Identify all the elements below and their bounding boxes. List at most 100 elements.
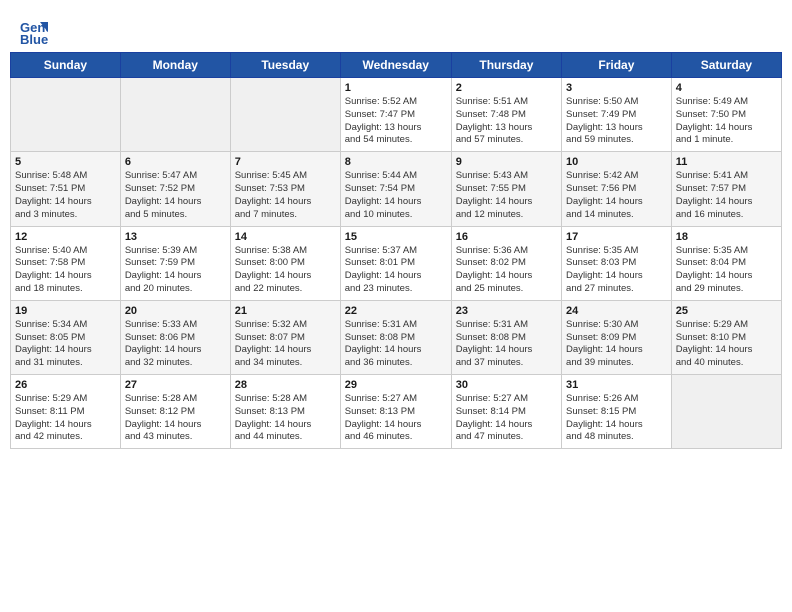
weekday-header-thursday: Thursday [451, 53, 561, 78]
calendar-cell: 31 Sunrise: 5:26 AM Sunset: 8:15 PM Dayli… [562, 375, 672, 449]
weekday-header-sunday: Sunday [11, 53, 121, 78]
day-info: Sunrise: 5:40 AM Sunset: 7:58 PM Dayligh… [15, 245, 116, 296]
day-number: 26 [15, 379, 116, 391]
day-number: 20 [125, 305, 226, 317]
day-number: 12 [15, 231, 116, 243]
day-number: 6 [125, 156, 226, 168]
calendar-cell: 19Sunrise: 5:34 AM Sunset: 8:05 PM Dayli… [11, 300, 121, 374]
day-number: 31 [566, 379, 667, 391]
calendar-week-3: 12 Sunrise: 5:40 AM Sunset: 7:58 PM Dayli… [11, 226, 782, 300]
day-info: Sunrise: 5:37 AM Sunset: 8:01 PM Dayligh… [345, 245, 447, 296]
day-info: Sunrise: 5:38 AM Sunset: 8:00 PM Dayligh… [235, 245, 336, 296]
day-number: 22 [345, 305, 447, 317]
day-info: Sunrise: 5:41 AM Sunset: 7:57 PM Dayligh… [676, 170, 777, 221]
page-header: General Blue [10, 10, 782, 52]
day-number: 3 [566, 82, 667, 94]
calendar-cell: 14Sunrise: 5:38 AM Sunset: 8:00 PM Dayli… [230, 226, 340, 300]
day-info: Sunrise: 5:31 AM Sunset: 8:08 PM Dayligh… [345, 319, 447, 370]
calendar-cell: 6 Sunrise: 5:47 AM Sunset: 7:52 PM Daylig… [120, 152, 230, 226]
day-info: Sunrise: 5:48 AM Sunset: 7:51 PM Dayligh… [15, 170, 116, 221]
calendar-cell: 16 Sunrise: 5:36 AM Sunset: 8:02 PM Dayli… [451, 226, 561, 300]
day-info: Sunrise: 5:35 AM Sunset: 8:03 PM Dayligh… [566, 245, 667, 296]
day-number: 7 [235, 156, 336, 168]
calendar-cell: 29 Sunrise: 5:27 AM Sunset: 8:13 PM Dayli… [340, 375, 451, 449]
calendar-cell: 8Sunrise: 5:44 AM Sunset: 7:54 PM Daylig… [340, 152, 451, 226]
weekday-header-friday: Friday [562, 53, 672, 78]
day-info: Sunrise: 5:29 AM Sunset: 8:10 PM Dayligh… [676, 319, 777, 370]
day-number: 19 [15, 305, 116, 317]
calendar-cell: 1 Sunrise: 5:52 AM Sunset: 7:47 PM Daylig… [340, 78, 451, 152]
calendar-cell: 21 Sunrise: 5:32 AM Sunset: 8:07 PM Dayli… [230, 300, 340, 374]
day-info: Sunrise: 5:28 AM Sunset: 8:13 PM Dayligh… [235, 393, 336, 444]
calendar-cell: 3 Sunrise: 5:50 AM Sunset: 7:49 PM Daylig… [562, 78, 672, 152]
logo-icon: General Blue [20, 18, 48, 46]
day-number: 25 [676, 305, 777, 317]
calendar-cell: 13 Sunrise: 5:39 AM Sunset: 7:59 PM Dayli… [120, 226, 230, 300]
day-number: 29 [345, 379, 447, 391]
day-number: 9 [456, 156, 557, 168]
day-info: Sunrise: 5:32 AM Sunset: 8:07 PM Dayligh… [235, 319, 336, 370]
day-info: Sunrise: 5:29 AM Sunset: 8:11 PM Dayligh… [15, 393, 116, 444]
day-info: Sunrise: 5:49 AM Sunset: 7:50 PM Dayligh… [676, 96, 777, 147]
svg-text:Blue: Blue [20, 32, 48, 46]
calendar-cell: 9Sunrise: 5:43 AM Sunset: 7:55 PM Daylig… [451, 152, 561, 226]
day-info: Sunrise: 5:39 AM Sunset: 7:59 PM Dayligh… [125, 245, 226, 296]
day-number: 4 [676, 82, 777, 94]
calendar-cell: 18 Sunrise: 5:35 AM Sunset: 8:04 PM Dayli… [671, 226, 781, 300]
weekday-header-saturday: Saturday [671, 53, 781, 78]
day-number: 1 [345, 82, 447, 94]
calendar-cell [671, 375, 781, 449]
day-info: Sunrise: 5:36 AM Sunset: 8:02 PM Dayligh… [456, 245, 557, 296]
calendar-cell: 15 Sunrise: 5:37 AM Sunset: 8:01 PM Dayli… [340, 226, 451, 300]
calendar-cell [120, 78, 230, 152]
calendar-cell: 22 Sunrise: 5:31 AM Sunset: 8:08 PM Dayli… [340, 300, 451, 374]
calendar-cell: 30 Sunrise: 5:27 AM Sunset: 8:14 PM Dayli… [451, 375, 561, 449]
day-number: 23 [456, 305, 557, 317]
day-info: Sunrise: 5:31 AM Sunset: 8:08 PM Dayligh… [456, 319, 557, 370]
day-number: 11 [676, 156, 777, 168]
day-info: Sunrise: 5:52 AM Sunset: 7:47 PM Dayligh… [345, 96, 447, 147]
day-number: 13 [125, 231, 226, 243]
calendar-cell: 26 Sunrise: 5:29 AM Sunset: 8:11 PM Dayli… [11, 375, 121, 449]
day-number: 5 [15, 156, 116, 168]
day-number: 2 [456, 82, 557, 94]
day-info: Sunrise: 5:47 AM Sunset: 7:52 PM Dayligh… [125, 170, 226, 221]
day-number: 28 [235, 379, 336, 391]
calendar-week-4: 19Sunrise: 5:34 AM Sunset: 8:05 PM Dayli… [11, 300, 782, 374]
day-number: 18 [676, 231, 777, 243]
day-info: Sunrise: 5:27 AM Sunset: 8:13 PM Dayligh… [345, 393, 447, 444]
calendar-cell: 2 Sunrise: 5:51 AM Sunset: 7:48 PM Daylig… [451, 78, 561, 152]
calendar-cell: 28 Sunrise: 5:28 AM Sunset: 8:13 PM Dayli… [230, 375, 340, 449]
calendar-cell: 10Sunrise: 5:42 AM Sunset: 7:56 PM Dayli… [562, 152, 672, 226]
calendar-cell: 5 Sunrise: 5:48 AM Sunset: 7:51 PM Daylig… [11, 152, 121, 226]
calendar-table: SundayMondayTuesdayWednesdayThursdayFrid… [10, 52, 782, 449]
day-info: Sunrise: 5:26 AM Sunset: 8:15 PM Dayligh… [566, 393, 667, 444]
day-info: Sunrise: 5:44 AM Sunset: 7:54 PM Dayligh… [345, 170, 447, 221]
day-info: Sunrise: 5:28 AM Sunset: 8:12 PM Dayligh… [125, 393, 226, 444]
day-number: 17 [566, 231, 667, 243]
logo: General Blue [20, 18, 52, 46]
weekday-header-tuesday: Tuesday [230, 53, 340, 78]
calendar-week-1: 1 Sunrise: 5:52 AM Sunset: 7:47 PM Daylig… [11, 78, 782, 152]
day-number: 30 [456, 379, 557, 391]
calendar-cell: 7 Sunrise: 5:45 AM Sunset: 7:53 PM Daylig… [230, 152, 340, 226]
calendar-cell: 24Sunrise: 5:30 AM Sunset: 8:09 PM Dayli… [562, 300, 672, 374]
day-info: Sunrise: 5:50 AM Sunset: 7:49 PM Dayligh… [566, 96, 667, 147]
day-number: 21 [235, 305, 336, 317]
day-info: Sunrise: 5:45 AM Sunset: 7:53 PM Dayligh… [235, 170, 336, 221]
day-number: 16 [456, 231, 557, 243]
calendar-cell: 11 Sunrise: 5:41 AM Sunset: 7:57 PM Dayli… [671, 152, 781, 226]
day-info: Sunrise: 5:51 AM Sunset: 7:48 PM Dayligh… [456, 96, 557, 147]
calendar-cell: 17 Sunrise: 5:35 AM Sunset: 8:03 PM Dayli… [562, 226, 672, 300]
day-info: Sunrise: 5:30 AM Sunset: 8:09 PM Dayligh… [566, 319, 667, 370]
calendar-week-5: 26 Sunrise: 5:29 AM Sunset: 8:11 PM Dayli… [11, 375, 782, 449]
calendar-cell [11, 78, 121, 152]
day-info: Sunrise: 5:42 AM Sunset: 7:56 PM Dayligh… [566, 170, 667, 221]
calendar-week-2: 5 Sunrise: 5:48 AM Sunset: 7:51 PM Daylig… [11, 152, 782, 226]
calendar-cell: 12 Sunrise: 5:40 AM Sunset: 7:58 PM Dayli… [11, 226, 121, 300]
day-info: Sunrise: 5:35 AM Sunset: 8:04 PM Dayligh… [676, 245, 777, 296]
day-info: Sunrise: 5:27 AM Sunset: 8:14 PM Dayligh… [456, 393, 557, 444]
calendar-cell: 25 Sunrise: 5:29 AM Sunset: 8:10 PM Dayli… [671, 300, 781, 374]
day-number: 15 [345, 231, 447, 243]
calendar-cell: 20Sunrise: 5:33 AM Sunset: 8:06 PM Dayli… [120, 300, 230, 374]
